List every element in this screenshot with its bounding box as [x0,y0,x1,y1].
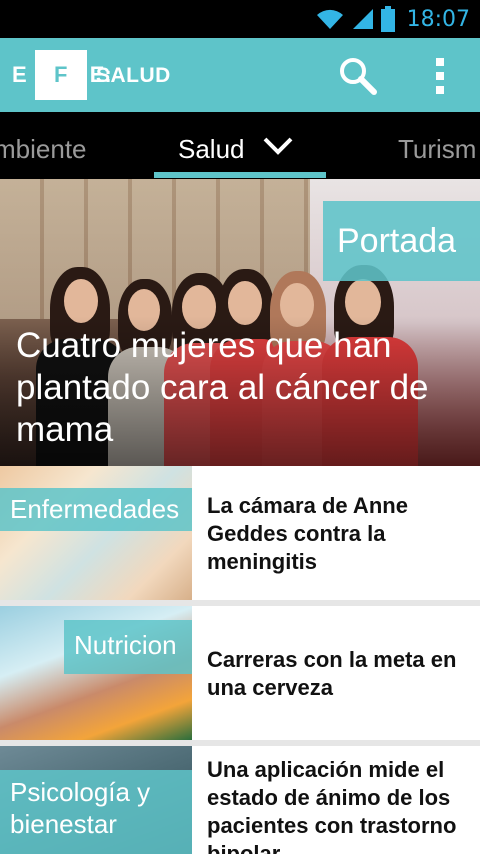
status-bar: 18:07 [0,0,480,38]
signal-icon [352,9,373,29]
app-bar: E F E: SALUD [0,38,480,112]
chevron-down-icon[interactable] [262,136,294,156]
overflow-menu-button[interactable] [424,56,456,96]
tab-salud[interactable]: Salud [178,134,245,165]
section-title: SALUD [96,64,171,87]
list-item[interactable]: Enfermedades La cámara de Anne Geddes co… [0,466,480,600]
clock: 18:07 [406,6,470,32]
category-badge: Nutricion [64,620,192,674]
tab-medio-ambiente[interactable]: mbiente [0,134,87,165]
portada-tag: Portada [323,201,480,281]
tab-turismo[interactable]: Turism [398,134,476,165]
article-title: Carreras con la meta en una cerveza [207,647,457,700]
search-button[interactable] [338,56,386,96]
section-tabs: mbiente Salud Turism [0,112,480,179]
category-badge: Psicología y bienestar [0,770,192,854]
list-item[interactable]: Nutricion Carreras con la meta en una ce… [0,606,480,740]
more-vert-icon [436,58,444,94]
article-title: Una aplicación mide el estado de ánimo d… [207,757,457,854]
active-tab-indicator [154,172,326,178]
hero-title[interactable]: Cuatro mujeres que han plantado cara al … [16,325,466,451]
article-title: La cámara de Anne Geddes contra la menin… [207,493,408,574]
battery-icon [380,6,395,32]
category-badge: Enfermedades [0,488,192,531]
hero-article[interactable]: Portada Cuatro mujeres que han plantado … [0,179,480,466]
search-icon [340,58,377,95]
wifi-icon [316,9,343,29]
list-item[interactable]: Psicología y bienestar Una aplicación mi… [0,746,480,854]
article-thumbnail [0,466,192,600]
